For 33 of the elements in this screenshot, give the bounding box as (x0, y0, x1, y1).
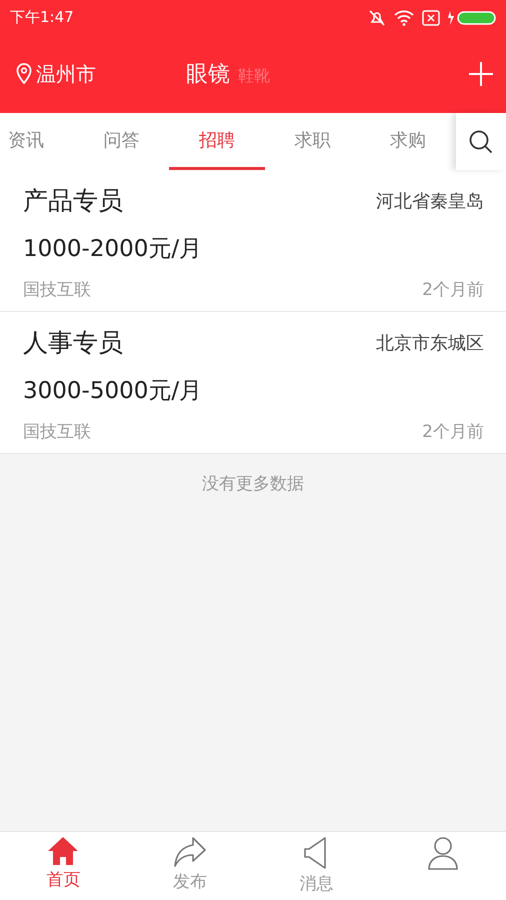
nav-item[interactable]: 发布 (126, 832, 253, 900)
person-icon (426, 836, 459, 870)
job-location: 北京市东城区 (376, 332, 484, 354)
battery-icon (448, 10, 496, 26)
location-pin-icon (16, 63, 32, 85)
house-icon (47, 836, 80, 866)
nav-item[interactable]: 消息 (253, 832, 380, 900)
category-tab[interactable]: 求购 (360, 113, 456, 170)
mute-icon (368, 8, 386, 26)
city-selector[interactable]: 温州市 (16, 60, 186, 88)
search-icon[interactable] (468, 128, 494, 154)
company-name: 国技互联 (23, 421, 91, 443)
category-tab[interactable]: 眼镜 (186, 59, 230, 89)
end-of-list-text: 没有更多数据 (201, 473, 305, 496)
sim-icon (422, 10, 440, 26)
wifi-icon (394, 10, 414, 26)
nav-item[interactable]: 首页 (0, 832, 126, 900)
job-card[interactable]: 人事专员 北京市东城区 3000-5000元/月 国技互联 2个月前 (0, 312, 506, 454)
job-card[interactable]: 产品专员 河北省秦皇岛 1000-2000元/月 国技互联 2个月前 (0, 170, 506, 312)
category-tab[interactable]: 问答 (74, 113, 170, 170)
category-tab[interactable]: 求职 (264, 113, 360, 170)
plus-icon[interactable] (468, 61, 494, 87)
post-time: 2个月前 (422, 421, 484, 443)
share-arrow-icon (172, 836, 207, 868)
company-name: 国技互联 (23, 279, 91, 301)
salary-text: 1000-2000元/月 (23, 235, 204, 264)
post-time: 2个月前 (422, 279, 484, 301)
job-location: 河北省秦皇岛 (376, 190, 484, 212)
category-tab[interactable]: 资讯 (0, 113, 74, 170)
job-title: 人事专员 (23, 327, 123, 359)
salary-text: 3000-5000元/月 (23, 377, 204, 406)
status-time: 下午1:47 (10, 8, 75, 27)
job-title: 产品专员 (23, 185, 123, 217)
